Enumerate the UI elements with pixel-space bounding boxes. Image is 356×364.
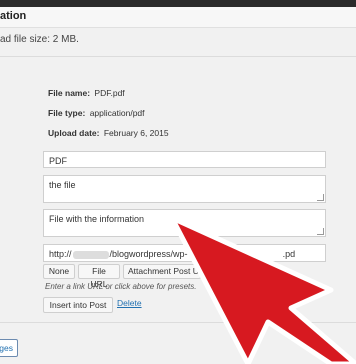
link-url-input[interactable]: http:// /blogwordpress/wp- .pd: [43, 244, 326, 262]
resize-grip-icon[interactable]: [317, 194, 324, 201]
delete-link[interactable]: Delete: [117, 298, 142, 308]
none-button[interactable]: None: [43, 264, 75, 279]
file-type-value: application/pdf: [89, 108, 145, 118]
url-middle: /blogwordpress/wp-: [109, 249, 188, 259]
file-type-label: File type:: [48, 108, 86, 118]
description-value: File with the information: [49, 214, 145, 224]
divider: [0, 322, 356, 323]
upload-date-value: February 6, 2015: [103, 128, 169, 138]
url-prefix: http://: [49, 249, 72, 259]
attachment-post-url-button[interactable]: Attachment Post U: [123, 264, 201, 279]
description-textarea[interactable]: File with the information: [43, 209, 326, 237]
arrow-shape: [169, 215, 356, 364]
upload-date-label: Upload date:: [48, 128, 100, 138]
resize-grip-icon[interactable]: [317, 228, 324, 235]
page-title: ation: [0, 10, 27, 22]
file-name-value: PDF.pdf: [94, 88, 125, 98]
link-hint: Enter a link URL or click above for pres…: [45, 282, 197, 291]
upload-size-note: ad file size: 2 MB.: [0, 34, 79, 45]
title-value: PDF: [49, 156, 67, 166]
file-name-label: File name:: [48, 88, 91, 98]
insert-into-post-button[interactable]: Insert into Post: [43, 297, 113, 313]
top-dark-bar: [0, 0, 356, 7]
caption-value: the file: [49, 180, 76, 190]
divider: [0, 56, 356, 57]
file-type-row: File type: application/pdf: [48, 108, 145, 118]
caption-textarea[interactable]: the file: [43, 175, 326, 203]
url-suffix: .pd: [282, 249, 296, 259]
file-name-row: File name: PDF.pdf: [48, 88, 125, 98]
file-url-button[interactable]: File URL: [78, 264, 120, 289]
upload-date-row: Upload date: February 6, 2015: [48, 128, 169, 138]
save-changes-button[interactable]: ges: [0, 339, 18, 357]
title-strip: ation: [0, 7, 356, 28]
redacted-blur: [72, 250, 109, 259]
title-input[interactable]: PDF: [43, 151, 326, 168]
